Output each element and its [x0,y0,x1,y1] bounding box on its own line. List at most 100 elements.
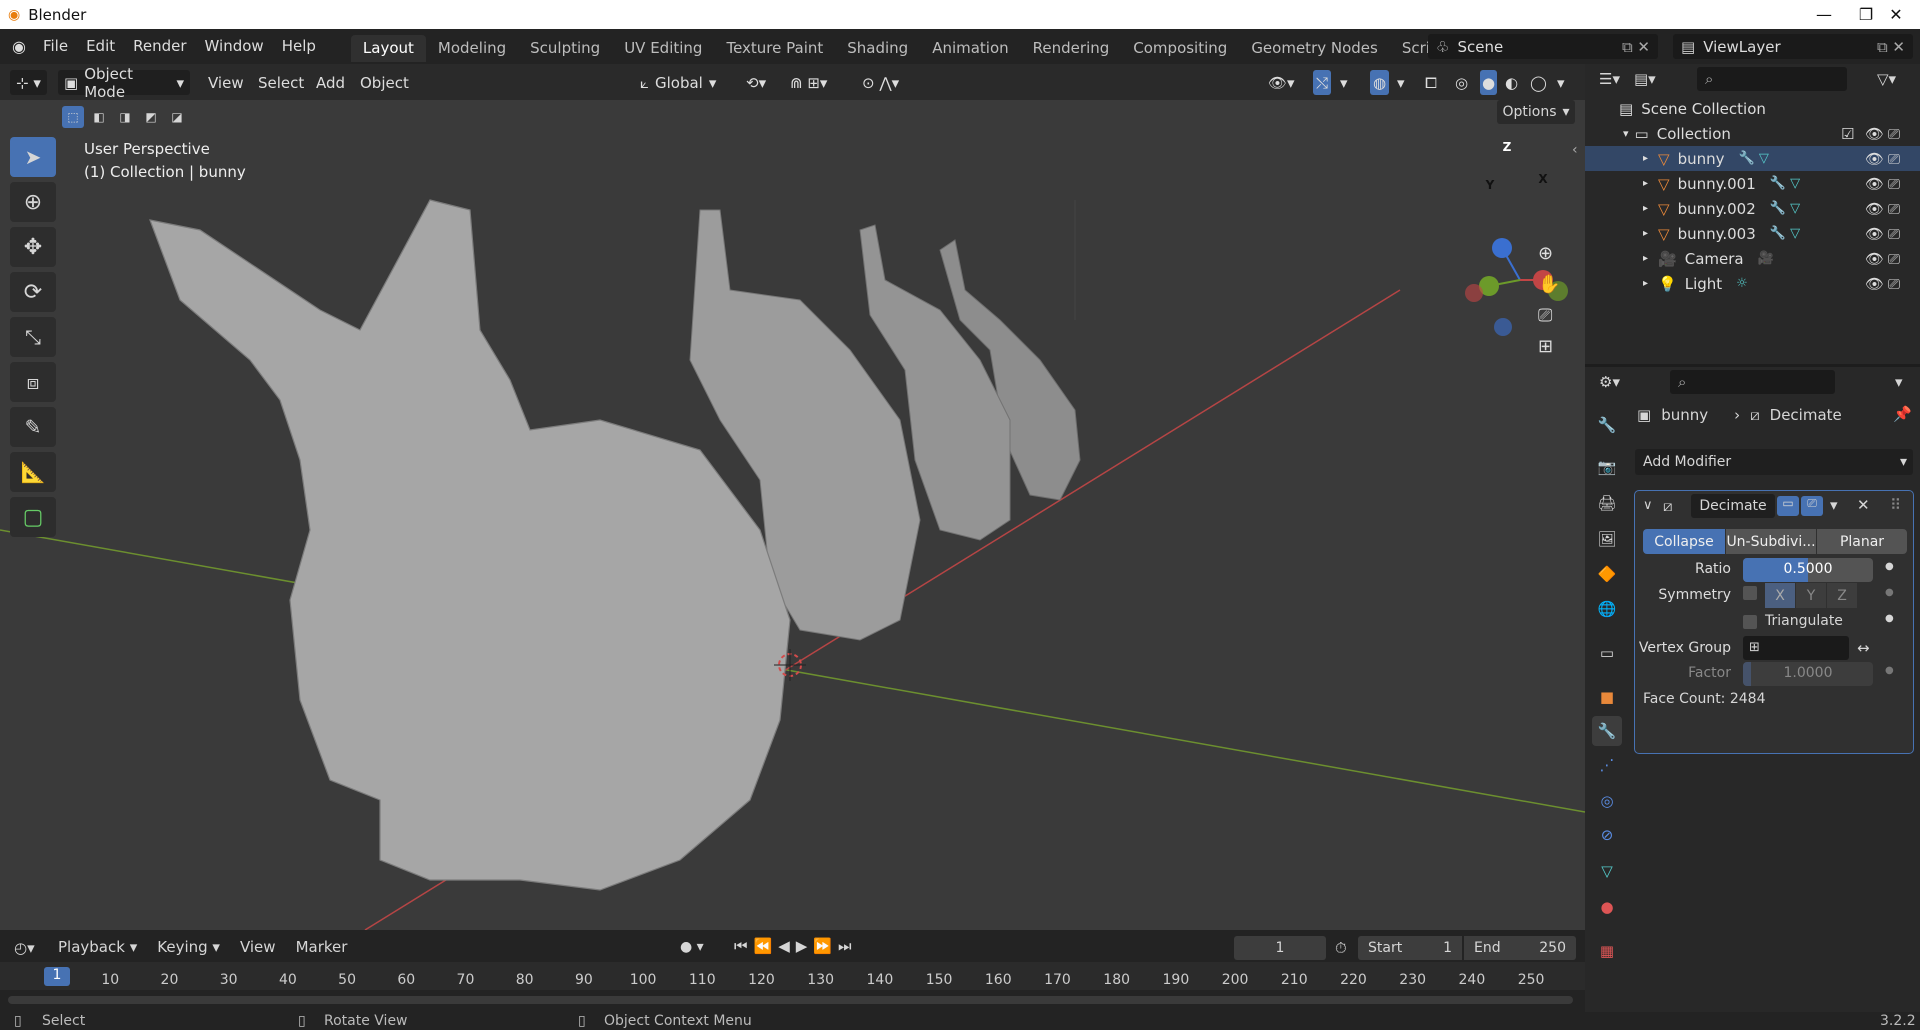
select-subtract-icon[interactable]: ◨ [114,106,136,128]
outliner-collection[interactable]: ▾ ▭ Collection ☑ 👁 ⎚ [1585,121,1920,146]
menu-add[interactable]: Add [316,70,345,95]
menu-object[interactable]: Object [360,70,409,95]
start-frame-field[interactable]: Start 1 [1358,936,1462,960]
tab-shading[interactable]: Shading [835,35,920,62]
transform-tool[interactable]: ⧈ [10,362,56,402]
axis-y-button[interactable]: Y [1796,583,1826,608]
tab-compositing[interactable]: Compositing [1121,35,1239,62]
constraints-tab-icon[interactable]: ⊘ [1592,820,1622,850]
move-tool[interactable]: ✥ [10,227,56,267]
solid-shading-icon[interactable]: ● [1480,70,1498,95]
timeline-editor-icon[interactable]: ◴▾ [14,939,35,957]
mode-planar-button[interactable]: Planar [1817,529,1907,554]
outliner-scene-collection[interactable]: ▤ Scene Collection [1585,96,1920,121]
gizmo-z-label[interactable]: Z [1501,140,1513,154]
visibility-icon[interactable]: 👁▾ [1268,70,1295,95]
camera-icon[interactable]: 🎥 [1758,251,1774,266]
mode-unsubdivide-button[interactable]: Un-Subdivi... [1726,529,1816,554]
add-modifier-dropdown[interactable]: Add Modifier ▾ [1635,449,1913,475]
select-extend-icon[interactable]: ◧ [88,106,110,128]
invert-arrows-icon[interactable]: ↔ [1857,639,1870,657]
proportional-edit-icon[interactable]: ⊙ ⋀▾ [862,70,899,95]
modifier-data-icon[interactable]: 🔧 ▽ [1770,226,1800,241]
texture-tab-icon[interactable]: ▦ [1592,936,1622,966]
close-button[interactable]: ✕ [1872,0,1920,29]
collection-tab-icon[interactable]: ▭ [1592,638,1622,668]
keyframe-dot-icon[interactable]: ● [1885,613,1894,624]
snap-icon[interactable]: ⋒ ⊞▾ [790,70,827,95]
transform-orientation-dropdown[interactable]: ⟀ Global ▾ [640,70,716,95]
display-render-icon[interactable]: ⎚ [1801,496,1823,516]
menu-keying[interactable]: Keying ▾ [157,938,220,956]
expand-icon[interactable]: ▸ [1643,228,1648,239]
tab-texture-paint[interactable]: Texture Paint [714,35,835,62]
keyframe-dot-icon[interactable]: ● [1885,587,1894,598]
tab-sculpting[interactable]: Sculpting [518,35,612,62]
measure-tool[interactable]: 📐 [10,452,56,492]
mode-dropdown[interactable]: ▣ Object Mode ▾ [58,65,190,101]
vertex-group-field[interactable]: ⊞ [1743,636,1849,660]
outliner-item[interactable]: ▸ 🎥 Camera 🎥 👁 ⎚ [1585,246,1920,271]
play-reverse-icon[interactable]: ◀ [778,937,790,955]
expand-icon[interactable]: ▸ [1643,278,1648,289]
render-tab-icon[interactable]: 📷 [1592,452,1622,482]
mode-collapse-button[interactable]: Collapse [1643,529,1725,554]
collapse-icon[interactable]: ∨ [1643,498,1653,513]
minimize-button[interactable]: — [1800,0,1848,29]
scale-tool[interactable]: ⤡ [10,317,56,357]
scene-tab-icon[interactable]: 🔶 [1592,559,1622,589]
select-invert-icon[interactable]: ◩ [140,106,162,128]
gizmo-toggle-icon[interactable]: ⤭ [1313,70,1332,95]
factor-slider[interactable]: 1.0000 [1743,662,1873,686]
record-button[interactable]: ● ▾ [680,939,704,955]
light-icon[interactable]: ☼ [1736,276,1748,291]
pin-icon[interactable]: 📌 [1893,405,1912,423]
viewlayer-copy-icon[interactable]: ⧉ ✕ [1877,38,1905,56]
modifier-menu-icon[interactable]: ▾ [1830,496,1838,514]
pan-hand-icon[interactable]: ✋ [1538,274,1560,295]
select-box-tool[interactable]: ➤ [10,137,56,177]
menu-help[interactable]: Help [273,29,325,64]
select-intersect-icon[interactable]: ◪ [166,106,188,128]
keyframe-dot-icon[interactable]: ● [1885,561,1894,572]
expand-icon[interactable]: ▸ [1643,178,1648,189]
physics-tab-icon[interactable]: ◎ [1592,786,1622,816]
render-icon[interactable]: ⎚ [1888,250,1900,268]
menu-playback[interactable]: Playback ▾ [58,938,137,956]
menu-view[interactable]: View [240,938,276,956]
axis-x-button[interactable]: X [1765,583,1795,608]
editor-type-button[interactable]: ⊹ ▾ [10,70,47,95]
keyframe-dot-icon[interactable]: ● [1885,665,1894,676]
jump-start-icon[interactable]: ⏮ [734,937,748,955]
view-layer-tab-icon[interactable]: 🖼 [1592,524,1622,554]
perspective-grid-icon[interactable]: ⊞ [1538,336,1560,357]
blender-menu-icon[interactable]: ◉ [12,37,26,56]
timeline-scrollbar[interactable] [8,996,1573,1004]
display-viewport-icon[interactable]: ▭ [1777,496,1799,516]
outliner-item[interactable]: ▸ ▽ bunny.002 🔧 ▽ 👁 ⎚ [1585,196,1920,221]
3d-viewport[interactable]: Z Y X ⬚ ◧ ◨ ◩ ◪ Options ▾ User Perspectiv… [0,100,1585,930]
gizmo-y-label[interactable]: Y [1484,178,1496,192]
chevron-down-icon[interactable]: ▾ [1895,373,1903,391]
menu-edit[interactable]: Edit [77,29,124,64]
data-tab-icon[interactable]: ▽ [1592,856,1622,886]
xray-icon[interactable]: ⧠ [1425,70,1437,95]
outliner-item[interactable]: ▸ 💡 Light ☼ 👁 ⎚ [1585,271,1920,296]
current-frame-field[interactable]: 1 [1234,936,1326,960]
add-cube-tool[interactable]: ▢ [10,497,56,537]
sidebar-toggle-icon[interactable]: ‹ [1572,142,1578,158]
tab-animation[interactable]: Animation [920,35,1020,62]
expand-icon[interactable]: ▾ [1623,127,1629,140]
eye-icon[interactable]: 👁 [1865,250,1884,268]
expand-icon[interactable]: ▸ [1643,203,1648,214]
render-icon[interactable]: ⎚ [1888,225,1900,243]
render-icon[interactable]: ⎚ [1888,275,1900,293]
ratio-slider[interactable]: 0.5000 [1743,558,1873,582]
menu-marker[interactable]: Marker [296,938,348,956]
outliner-item[interactable]: ▸ ▽ bunny.001 🔧 ▽ 👁 ⎚ [1585,171,1920,196]
rotate-tool[interactable]: ⟳ [10,272,56,312]
jump-end-icon[interactable]: ⏭ [838,937,852,955]
options-dropdown[interactable]: Options ▾ [1497,100,1575,124]
menu-render[interactable]: Render [124,29,195,64]
expand-icon[interactable]: ▸ [1643,253,1648,264]
